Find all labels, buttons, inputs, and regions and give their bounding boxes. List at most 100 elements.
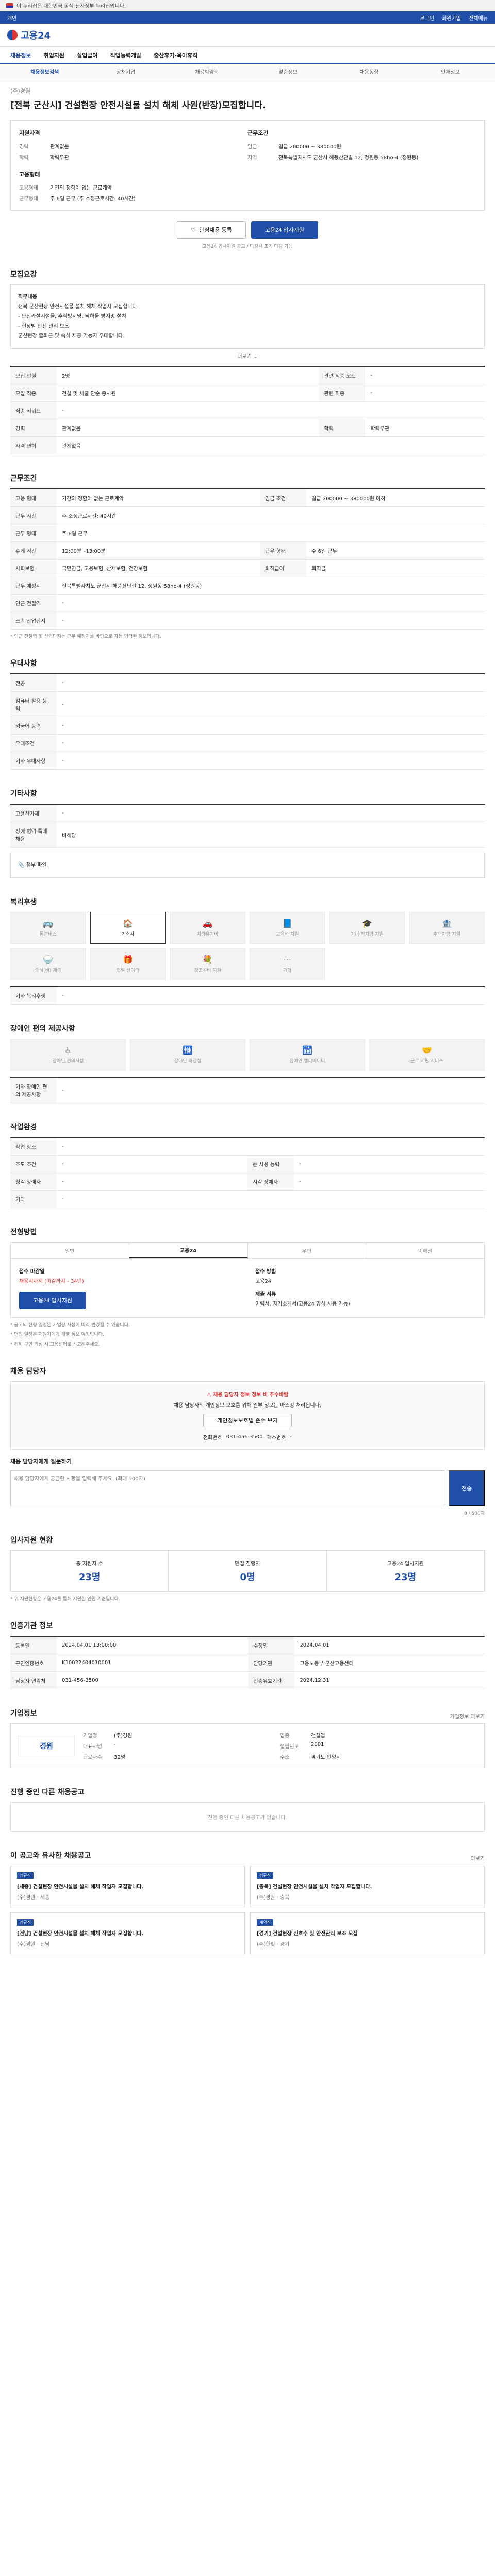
company-name[interactable]: (주)경원 bbox=[10, 87, 485, 95]
nav-item-support[interactable]: 취업지원 bbox=[37, 51, 70, 59]
nav-item-jobs[interactable]: 채용정보 bbox=[4, 51, 37, 59]
list-item[interactable]: 계약직 [경기] 건설현장 신호수 및 안전관리 보조 모집 (주)한빛 · 경기 bbox=[250, 1912, 485, 1954]
job-meta: (주)경원 · 충북 bbox=[257, 1895, 290, 1901]
nav-item-leave[interactable]: 출산휴가·육아휴직 bbox=[147, 51, 204, 59]
alert-icon: ⚠ bbox=[206, 1392, 211, 1398]
welfare-icon: 🍚 bbox=[43, 955, 54, 964]
welfare-label: 차량유지비 bbox=[196, 932, 219, 937]
table-row: 작업 장소 - bbox=[10, 1138, 485, 1156]
welfare-item: 🎓 자녀 학자금 지원 bbox=[329, 912, 405, 944]
etc-head: 기타사항 bbox=[10, 790, 37, 798]
welfare-icon: 🏠 bbox=[123, 919, 133, 928]
summary-label: 지역 bbox=[248, 155, 257, 161]
table-row: 담당자 연락처 031-456-3500 인증유효기간 2024.12.31 bbox=[10, 1671, 485, 1689]
contact-head: 채용 담당자 bbox=[10, 1367, 46, 1376]
table-row: 외국어 능력 - bbox=[10, 717, 485, 735]
subnav-item-public[interactable]: 공채기업 bbox=[85, 67, 166, 75]
disability-head: 장애인 편의 제공사항 bbox=[10, 1025, 75, 1033]
login-link[interactable]: 로그인 bbox=[420, 16, 434, 22]
table-row: 모집 인원 2명 관련 직종 코드 - bbox=[10, 366, 485, 384]
recruit-table: 모집 인원 2명 관련 직종 코드 - 모집 직종 건설 및 채굴 단순 종사원 관련 직… bbox=[10, 366, 485, 454]
apply-button-2[interactable]: 고용24 입사지원 bbox=[19, 1292, 87, 1309]
privacy-button[interactable]: 개인정보보호법 준수 보기 bbox=[203, 1414, 292, 1427]
heart-icon: ♡ bbox=[191, 227, 196, 233]
scrap-button[interactable]: ♡ 관심채용 등록 bbox=[177, 221, 246, 239]
pref-section: 우대사항 전공 - 컴퓨터 활용 능력 - 외국어 능력 - 우대조건 - 기타 우대사… bbox=[0, 649, 495, 779]
fax-label: 팩스번호 bbox=[267, 1435, 286, 1441]
disability-item: 🚻 장애인 화장실 bbox=[130, 1039, 245, 1071]
table-row: 장애 병역 특례 채용 비해당 bbox=[10, 822, 485, 848]
table-row: 전공 - bbox=[10, 674, 485, 692]
tab-general[interactable]: 일반 bbox=[11, 1243, 129, 1258]
welfare-item: 📘 교육비 지원 bbox=[250, 912, 325, 944]
table-row: 구인인증번호 K10022404010001 담당기관 고용노동부 군산고용센터 bbox=[10, 1654, 485, 1672]
job-summary: 지원자격 경력 관계없음 학력 학력무관 고용형태 고용형태 기간의 정함이 없는 근… bbox=[10, 120, 485, 211]
user-type-tab[interactable]: 개인 bbox=[7, 14, 16, 22]
others-head: 진행 중인 다른 채용공고 bbox=[10, 1788, 85, 1797]
send-button[interactable]: 전송 bbox=[449, 1470, 485, 1506]
table-row: 컴퓨터 활용 능력 - bbox=[10, 691, 485, 717]
duty-box: 직무내용 전북 군산현장 안전시설물 설치 해체 작업자 모집합니다. - 안전… bbox=[10, 284, 485, 349]
stat-label: 총 지원자 수 bbox=[76, 1561, 103, 1567]
welfare-item: 🍚 중식(비) 제공 bbox=[10, 948, 86, 980]
job-title-area: (주)경원 [전북 군산시] 건설현장 안전시설물 설치 해체 사원(반장)모집… bbox=[0, 79, 495, 115]
disability-icon: 🛗 bbox=[302, 1045, 312, 1055]
apply-note: 고용24 입사지원 공고 / 마감시 조기 마감 가능 bbox=[202, 244, 293, 249]
tab-work24[interactable]: 고용24 bbox=[129, 1243, 248, 1258]
similar-cards: 정규직 [세종] 건설현장 안전시설물 설치 해체 작업자 모집합니다. (주)경원… bbox=[10, 1866, 485, 1954]
job-tag: 정규직 bbox=[17, 1919, 34, 1926]
logo-icon[interactable] bbox=[7, 30, 18, 40]
list-item[interactable]: 정규직 [전남] 건설현장 안전시설물 설치 해체 작업자 모집합니다. (주)경원… bbox=[10, 1912, 245, 1954]
subnav-item-fair[interactable]: 채용박람회 bbox=[167, 67, 248, 75]
nav-item-benefit[interactable]: 실업급여 bbox=[71, 51, 104, 59]
company-section: 기업정보 기업정보 더보기 경원 기업명 (주)경원 업종 건설업 대표자명 - 설립… bbox=[0, 1699, 495, 1777]
tab-mail[interactable]: 우편 bbox=[248, 1243, 367, 1258]
question-label: 채용 담당자에게 질문하기 bbox=[10, 1458, 72, 1465]
similar-more-link[interactable]: 더보기 bbox=[470, 1854, 485, 1862]
deadline-value: 채용시까지 (마감까지 - 34년) bbox=[19, 1279, 84, 1284]
subnav-item-talent[interactable]: 인재정보 bbox=[410, 67, 491, 75]
duty-more-button[interactable]: 더보기 ⌄ bbox=[10, 352, 485, 360]
apply-note-line: * 허위 구인 의심 시 고용센터로 신고해주세요. bbox=[10, 1342, 100, 1347]
nav-item-training[interactable]: 직업능력개발 bbox=[104, 51, 147, 59]
table-row: 사회보험 국민연금, 고용보험, 산재보험, 건강보험 퇴직급여 퇴직금 bbox=[10, 559, 485, 577]
subnav-item-custom[interactable]: 맞춤정보 bbox=[248, 67, 328, 75]
subnav-item-trend[interactable]: 채용동향 bbox=[328, 67, 409, 75]
char-count: 0 / 500자 bbox=[464, 1511, 485, 1516]
table-row: 휴게 시간 12:00분~13:00분 근무 형태 주 6일 근무 bbox=[10, 541, 485, 560]
scrap-button-label: 관심채용 등록 bbox=[199, 227, 232, 233]
welfare-label: 연말 상여금 bbox=[116, 968, 140, 973]
tab-email[interactable]: 이메일 bbox=[366, 1243, 484, 1258]
table-row: 기타 - bbox=[10, 1190, 485, 1208]
table-row: 등록일 2024.04.01 13:00:00 수정일 2024.04.01 bbox=[10, 1636, 485, 1654]
page-title: [전북 군산시] 건설현장 안전시설물 설치 해체 사원(반장)모집합니다. bbox=[10, 100, 266, 111]
stat-value: 0명 bbox=[240, 1572, 255, 1583]
welfare-icon: 🎁 bbox=[123, 955, 133, 964]
apply-button[interactable]: 고용24 입사지원 bbox=[251, 221, 318, 239]
table-row: 모집 직종 건설 및 채굴 단순 종사원 관련 직종 - bbox=[10, 384, 485, 402]
subnav-item-search[interactable]: 채용정보검색 bbox=[4, 67, 85, 75]
welfare-icon: 🏦 bbox=[441, 919, 452, 928]
welfare-other-table: 기타 복리후생 - bbox=[10, 986, 485, 1005]
docs-value: 이력서, 자기소개서(고용24 양식 사용 가능) bbox=[255, 1301, 350, 1307]
list-item[interactable]: 정규직 [충북] 건설현장 안전시설물 설치 작업자 모집합니다. (주)경원 · … bbox=[250, 1866, 485, 1907]
attach-box: 📎 첨부 파일 bbox=[10, 853, 485, 878]
summary-value: 학력무관 bbox=[50, 155, 69, 161]
all-menu-link[interactable]: 전체메뉴 bbox=[469, 16, 488, 22]
etc-table: 고용허가제 - 장애 병역 특례 채용 비해당 bbox=[10, 804, 485, 848]
company-more-link[interactable]: 기업정보 더보기 bbox=[450, 1712, 485, 1720]
job-meta: (주)한빛 · 경기 bbox=[257, 1942, 290, 1947]
post-info-table: 등록일 2024.04.01 13:00:00 수정일 2024.04.01 구인인증… bbox=[10, 1636, 485, 1689]
welfare-label: 교육비 지원 bbox=[276, 932, 299, 937]
logo-text[interactable]: 고용24 bbox=[21, 28, 51, 42]
summary-qual: 지원자격 경력 관계없음 학력 학력무관 고용형태 고용형태 기간의 정함이 없는 근… bbox=[19, 129, 248, 202]
post-info-head: 인증기관 정보 bbox=[10, 1622, 53, 1630]
apply-right: 접수 방법 고용24 제출 서류 이력서, 자기소개서(고용24 양식 사용 가… bbox=[255, 1267, 476, 1309]
table-row: 직종 키워드 - bbox=[10, 401, 485, 419]
question-input[interactable] bbox=[10, 1470, 444, 1506]
apply-section: 전형방법 일반 고용24 우편 이메일 접수 마감일 채용시까지 (마감까지 -… bbox=[0, 1217, 495, 1357]
list-item[interactable]: 정규직 [세종] 건설현장 안전시설물 설치 해체 작업자 모집합니다. (주)경원… bbox=[10, 1866, 245, 1907]
signup-link[interactable]: 회원가입 bbox=[442, 16, 461, 22]
welfare-label: 기숙사 bbox=[121, 932, 135, 937]
table-row: 근무 예정지 전북특별자치도 군산시 해풍산단길 12, 정원동 58ho-4 (… bbox=[10, 577, 485, 595]
